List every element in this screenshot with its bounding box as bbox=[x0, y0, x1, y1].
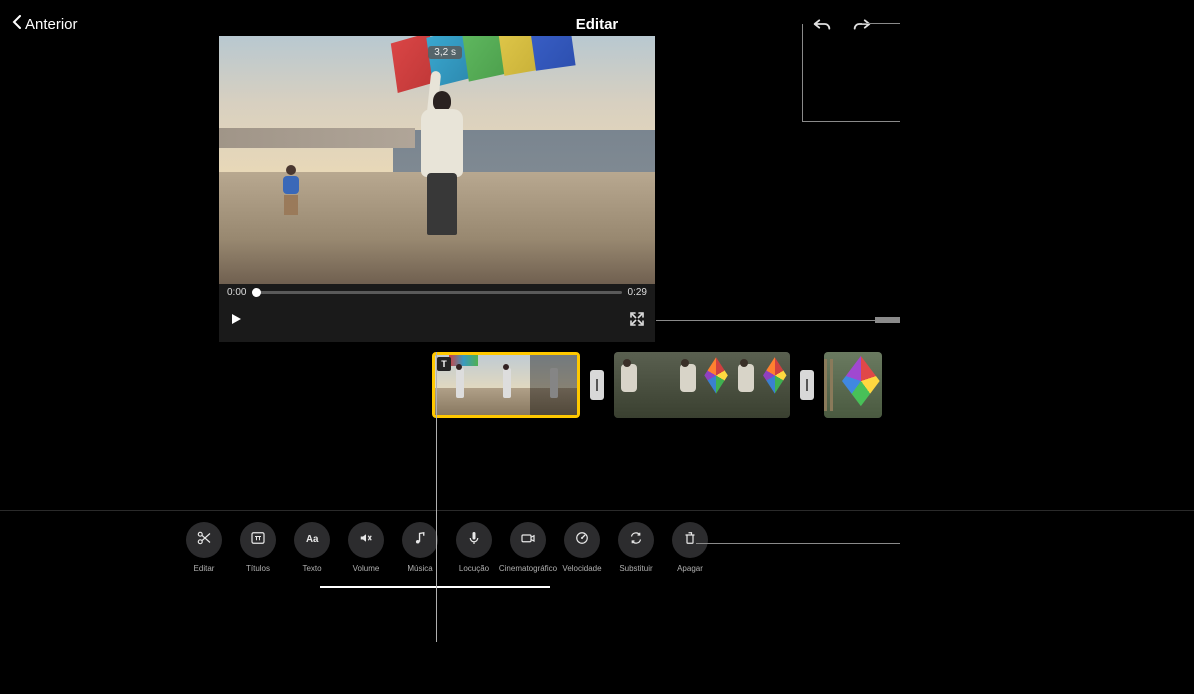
callout-line bbox=[875, 317, 900, 323]
trash-icon bbox=[681, 529, 699, 552]
scissors-icon bbox=[195, 529, 213, 552]
music-note-icon bbox=[411, 529, 429, 552]
camera-icon bbox=[519, 529, 537, 552]
titulos-button[interactable]: Títulos bbox=[234, 522, 282, 573]
timeline[interactable]: T bbox=[432, 352, 1194, 418]
time-total: 0:29 bbox=[628, 287, 647, 298]
editar-button[interactable]: Editar bbox=[180, 522, 228, 573]
back-label: Anterior bbox=[25, 16, 78, 33]
callout-line bbox=[696, 543, 900, 544]
transition-slot[interactable] bbox=[588, 352, 606, 418]
locucao-button[interactable]: Locução bbox=[450, 522, 498, 573]
timeline-clip[interactable] bbox=[824, 352, 882, 418]
playhead[interactable] bbox=[436, 352, 437, 642]
apagar-button[interactable]: Apagar bbox=[666, 522, 714, 573]
title-template-icon bbox=[249, 529, 267, 552]
video-preview[interactable]: 3,2 s bbox=[219, 36, 655, 284]
divider bbox=[0, 510, 1194, 511]
expand-button[interactable] bbox=[629, 311, 645, 332]
speaker-mute-icon bbox=[357, 529, 375, 552]
substituir-button[interactable]: Substituir bbox=[612, 522, 660, 573]
transition-slot[interactable] bbox=[798, 352, 816, 418]
speedometer-icon bbox=[573, 529, 591, 552]
chevron-left-icon bbox=[12, 15, 22, 33]
video-viewer: 3,2 s 0:00 0:29 bbox=[219, 36, 655, 342]
callout-line bbox=[870, 121, 900, 122]
texto-button[interactable]: Aa Texto bbox=[288, 522, 336, 573]
timeline-clip[interactable] bbox=[614, 352, 790, 418]
cinematografico-button[interactable]: Cinematográfico bbox=[504, 522, 552, 573]
text-icon: Aa bbox=[303, 529, 321, 552]
volume-button[interactable]: Volume bbox=[342, 522, 390, 573]
play-button[interactable] bbox=[229, 312, 243, 331]
microphone-icon bbox=[465, 529, 483, 552]
clip-duration-badge: 3,2 s bbox=[428, 46, 462, 59]
edit-toolbar: Editar Títulos Aa Texto Volume Música Lo… bbox=[180, 522, 714, 573]
callout-line bbox=[320, 586, 550, 588]
back-button[interactable]: Anterior bbox=[12, 15, 78, 33]
time-current: 0:00 bbox=[227, 287, 246, 298]
callout-line bbox=[802, 24, 898, 122]
svg-text:Aa: Aa bbox=[306, 533, 319, 544]
page-title: Editar bbox=[576, 16, 619, 33]
scrubber[interactable] bbox=[252, 291, 621, 294]
scrubber-handle[interactable] bbox=[252, 288, 261, 297]
velocidade-button[interactable]: Velocidade bbox=[558, 522, 606, 573]
timeline-clip-selected[interactable]: T bbox=[432, 352, 580, 418]
replace-icon bbox=[627, 529, 645, 552]
callout-line bbox=[656, 320, 900, 321]
title-indicator-icon: T bbox=[437, 357, 451, 371]
